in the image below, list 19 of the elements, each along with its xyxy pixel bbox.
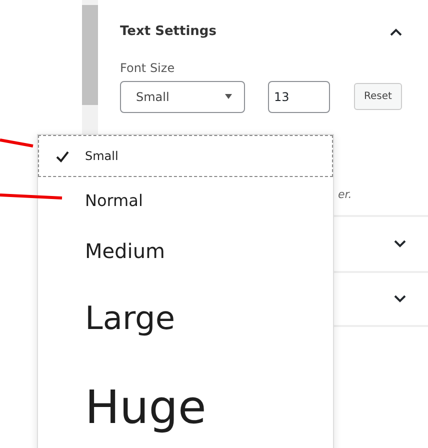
dropdown-option[interactable]: Medium (38, 225, 333, 277)
dropdown-option[interactable]: Large (38, 277, 333, 359)
expand-icon[interactable] (394, 240, 406, 248)
description-text: er. (338, 186, 353, 202)
annotation-line (0, 194, 62, 200)
dropdown-option[interactable]: Normal (38, 177, 333, 225)
checkmark-icon (56, 150, 69, 162)
scrollbar-thumb[interactable] (82, 5, 98, 105)
panel-title: Text Settings (120, 23, 216, 41)
reset-button[interactable]: Reset (354, 83, 402, 110)
dropdown-option[interactable]: Small (38, 135, 333, 177)
font-size-select[interactable]: Small (120, 80, 245, 112)
annotation-line (0, 138, 34, 148)
field-label: Font Size (120, 60, 176, 76)
font-size-input[interactable]: 13 (268, 80, 330, 112)
dropdown-option[interactable]: Huge (38, 359, 333, 448)
caret-icon (225, 94, 232, 99)
expand-icon[interactable] (394, 295, 406, 303)
collapse-icon[interactable] (390, 28, 402, 36)
